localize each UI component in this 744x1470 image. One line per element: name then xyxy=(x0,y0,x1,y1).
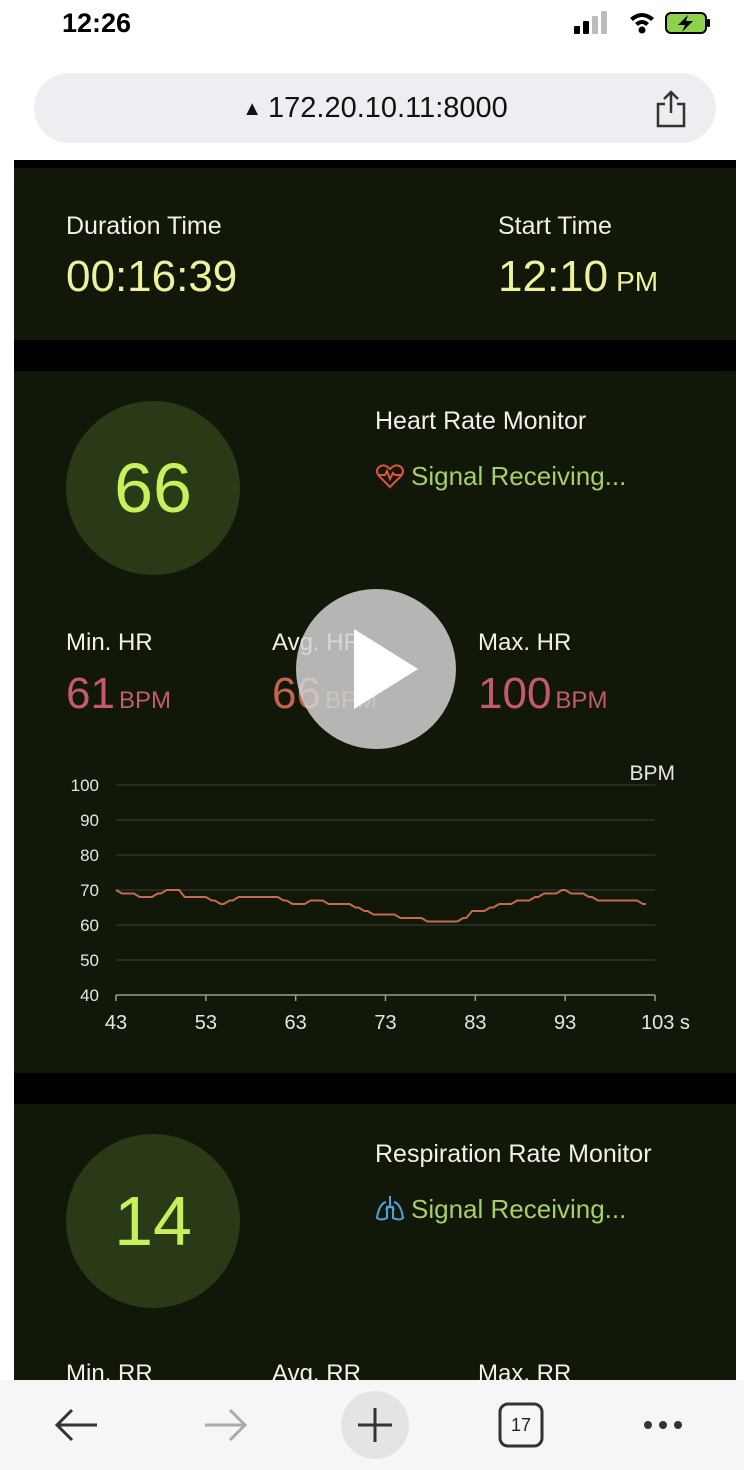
heart-rate-title: Heart Rate Monitor xyxy=(375,407,587,435)
status-time: 12:26 xyxy=(62,8,132,38)
address-bar[interactable]: ▲ 172.20.10.11:8000 xyxy=(34,73,716,143)
lungs-icon xyxy=(375,1196,405,1221)
status-icons xyxy=(574,11,710,34)
url-text: ▲ 172.20.10.11:8000 xyxy=(34,73,716,143)
heartbeat-icon xyxy=(376,464,404,489)
y-tick-label: 100 xyxy=(71,776,99,795)
min-hr-value: 61 BPM xyxy=(66,669,171,719)
session-time-card: Duration Time 00:16:39 Start Time 12:10 P… xyxy=(14,168,736,340)
max-rr-label: Max. RR xyxy=(478,1360,572,1380)
y-tick-label: 80 xyxy=(80,846,99,865)
new-tab-icon[interactable] xyxy=(340,1390,410,1460)
tabs-button[interactable]: 17 xyxy=(486,1390,556,1460)
x-tick-label: 83 xyxy=(464,1012,486,1034)
y-tick-label: 60 xyxy=(80,916,99,935)
x-tick-label: 93 xyxy=(554,1012,576,1034)
x-tick-label: 63 xyxy=(285,1012,307,1034)
max-hr-label: Max. HR xyxy=(478,629,572,656)
y-tick-label: 40 xyxy=(80,986,99,1005)
respiration-rate-signal: Signal Receiving... xyxy=(375,1194,626,1225)
start-time-clock: 12:10 xyxy=(498,252,609,301)
browser-toolbar: 17 xyxy=(0,1380,744,1470)
x-tick-label: 53 xyxy=(195,1012,217,1034)
start-time-label: Start Time xyxy=(498,212,612,240)
signal-icon xyxy=(574,11,607,34)
y-tick-label: 90 xyxy=(80,811,99,830)
y-tick-label: 50 xyxy=(80,951,99,970)
warning-icon: ▲ xyxy=(242,98,263,120)
duration-label: Duration Time xyxy=(66,212,222,240)
avg-rr-label: Avg. RR xyxy=(272,1360,361,1380)
min-hr-number: 61 xyxy=(66,669,115,718)
heart-rate-signal: Signal Receiving... xyxy=(375,461,626,492)
forward-icon[interactable] xyxy=(190,1390,260,1460)
x-tick-label: 103 s xyxy=(641,1012,690,1034)
play-button[interactable] xyxy=(296,589,456,749)
max-hr-value: 100 BPM xyxy=(478,669,607,719)
min-hr-label: Min. HR xyxy=(66,629,153,656)
heart-rate-line xyxy=(115,889,647,923)
status-bar: 12:26 xyxy=(0,0,744,50)
x-tick-label: 43 xyxy=(105,1012,127,1034)
y-tick-label: 70 xyxy=(80,881,99,900)
more-icon[interactable] xyxy=(628,1390,698,1460)
respiration-rate-title: Respiration Rate Monitor xyxy=(375,1140,652,1168)
play-icon xyxy=(354,629,418,709)
battery-icon xyxy=(665,12,710,34)
y-axis-label: BPM xyxy=(629,762,675,785)
min-hr-unit: BPM xyxy=(118,687,171,714)
wifi-icon xyxy=(630,13,654,34)
start-time-suffix: PM xyxy=(616,266,659,297)
start-time-value: 12:10 PM xyxy=(498,252,658,302)
x-tick-label: 73 xyxy=(374,1012,396,1034)
heart-rate-chart: 40 50 60 70 80 90 100 43 53 63 73 83 93 103 s BPM xyxy=(71,762,690,1034)
tab-count: 17 xyxy=(510,1415,532,1435)
share-icon[interactable] xyxy=(654,89,688,129)
max-hr-number: 100 xyxy=(478,669,552,718)
respiration-rate-card: 14 Respiration Rate Monitor Signal Recei… xyxy=(14,1104,736,1380)
heart-rate-signal-text: Signal Receiving... xyxy=(411,461,627,491)
back-icon[interactable] xyxy=(42,1390,112,1460)
max-hr-unit: BPM xyxy=(555,687,608,714)
heart-rate-value: 66 xyxy=(66,401,240,575)
respiration-rate-value: 14 xyxy=(66,1134,240,1308)
min-rr-label: Min. RR xyxy=(66,1360,153,1380)
respiration-rate-signal-text: Signal Receiving... xyxy=(411,1194,627,1224)
duration-value: 00:16:39 xyxy=(66,252,238,301)
url-value: 172.20.10.11:8000 xyxy=(268,92,508,124)
